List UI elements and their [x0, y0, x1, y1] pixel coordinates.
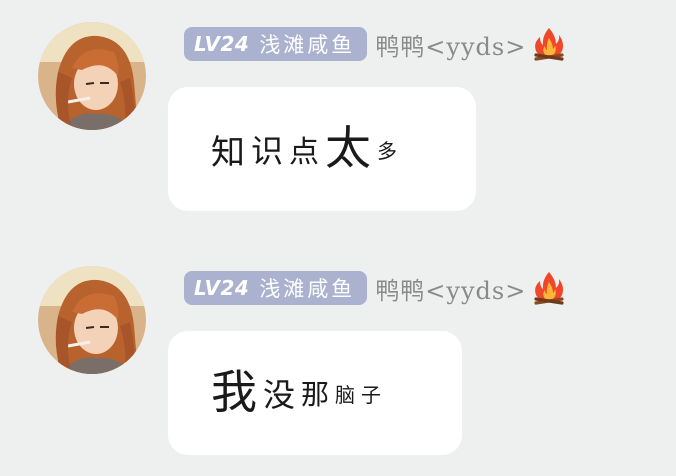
- avatar[interactable]: [38, 266, 146, 374]
- message-text-char: 那: [301, 378, 330, 411]
- message-bubble[interactable]: 知 识 点 太 多: [168, 87, 476, 211]
- message-header: LV24 浅滩咸鱼 鸭鸭<yyds>: [184, 26, 566, 62]
- level-label: LV24: [194, 32, 250, 56]
- message-text-char: 子: [361, 382, 382, 407]
- group-title: 浅滩咸鱼: [259, 277, 356, 301]
- anime-girl-avatar-icon: [38, 22, 146, 130]
- level-badge[interactable]: LV24 浅滩咸鱼: [184, 27, 368, 61]
- group-title: 浅滩咸鱼: [259, 33, 356, 57]
- chat-message: LV24 浅滩咸鱼 鸭鸭<yyds> 我 没 那 脑 子: [0, 244, 676, 464]
- message-text-char: 脑: [335, 382, 356, 407]
- anime-girl-avatar-icon: [38, 266, 146, 374]
- message-text-char: 点: [289, 135, 320, 170]
- level-label: LV24: [194, 276, 250, 300]
- avatar[interactable]: [38, 22, 146, 130]
- message-text-char: 识: [251, 132, 284, 170]
- message-text-char: 没: [263, 376, 296, 414]
- message-text-char: 我: [211, 365, 257, 419]
- campfire-icon: [534, 272, 564, 305]
- message-text-char: 太: [325, 121, 372, 175]
- username[interactable]: 鸭鸭<yyds>: [375, 271, 526, 306]
- message-text-char: 知: [211, 132, 245, 173]
- username[interactable]: 鸭鸭<yyds>: [375, 27, 526, 62]
- level-badge[interactable]: LV24 浅滩咸鱼: [184, 271, 368, 305]
- chat-message: LV24 浅滩咸鱼 鸭鸭<yyds> 知 识 点 太 多: [0, 0, 676, 220]
- message-text-char: 多: [377, 138, 398, 163]
- message-bubble[interactable]: 我 没 那 脑 子: [168, 331, 462, 455]
- campfire-icon: [534, 28, 564, 61]
- message-header: LV24 浅滩咸鱼 鸭鸭<yyds>: [184, 270, 566, 306]
